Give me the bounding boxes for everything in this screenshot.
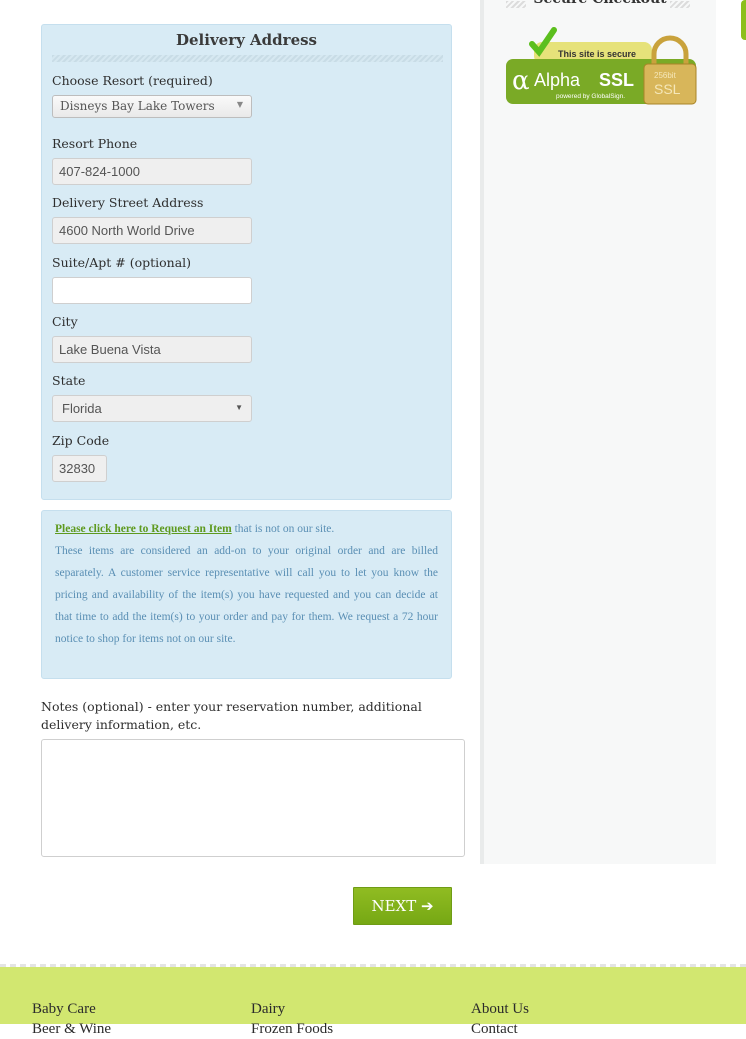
badge-alpha: α [512, 66, 530, 96]
next-button[interactable]: NEXT ➔ [353, 887, 452, 925]
phone-field[interactable]: 407-824-1000 [52, 158, 252, 185]
secure-checkout-title: Secure Checkout [484, 0, 716, 7]
footer-link[interactable]: About Us [471, 999, 529, 1019]
footer-link[interactable]: Beer & Wine [32, 1019, 111, 1039]
footer: Baby Care Beer & Wine Dairy Frozen Foods… [0, 967, 746, 1037]
badge-top-text: This site is secure [558, 49, 636, 59]
notes-textarea[interactable] [41, 739, 465, 857]
state-select-value: Florida [62, 401, 102, 416]
city-field[interactable]: Lake Buena Vista [52, 336, 252, 363]
delivery-address-panel: Delivery Address Choose Resort (required… [41, 24, 452, 500]
badge-brand-light: Alpha [534, 70, 581, 90]
request-item-info: Please click here to Request an Item tha… [41, 510, 452, 679]
city-label: City [52, 314, 78, 329]
lock-top-text: 256bit [654, 71, 677, 80]
state-label: State [52, 373, 86, 388]
footer-column: Baby Care Beer & Wine [32, 999, 111, 1039]
phone-label: Resort Phone [52, 136, 138, 151]
alphassl-badge[interactable]: This site is secure α Alpha SSL powered … [506, 26, 701, 108]
arrow-right-icon: ➔ [420, 897, 434, 915]
request-item-link[interactable]: Please click here to Request an Item [55, 523, 232, 535]
zip-label: Zip Code [52, 433, 110, 448]
zip-field[interactable]: 32830 [52, 455, 107, 482]
resort-select[interactable]: Disneys Bay Lake Towers ▼ [52, 95, 252, 118]
resort-select-value: Disneys Bay Lake Towers [60, 99, 215, 113]
request-item-body: These items are considered an add-on to … [55, 545, 438, 645]
footer-link[interactable]: Baby Care [32, 999, 111, 1019]
chevron-down-icon: ▼ [236, 100, 243, 109]
panel-title: Delivery Address [176, 31, 317, 49]
state-select[interactable]: Florida ▼ [52, 395, 252, 422]
edge-tab[interactable] [741, 0, 746, 40]
badge-sub: powered by GlobalSign. [556, 93, 625, 100]
footer-link[interactable]: Contact [471, 1019, 529, 1039]
footer-column: Dairy Frozen Foods [251, 999, 333, 1039]
street-label: Delivery Street Address [52, 195, 204, 210]
chevron-down-icon: ▼ [235, 403, 243, 412]
suite-label: Suite/Apt # (optional) [52, 255, 192, 270]
footer-link[interactable]: Frozen Foods [251, 1019, 333, 1039]
street-field[interactable]: 4600 North World Drive [52, 217, 252, 244]
next-button-label: NEXT [371, 897, 417, 915]
title-divider [52, 55, 443, 62]
request-item-suffix: that is not on our site. [231, 523, 335, 535]
badge-brand-bold: SSL [599, 70, 634, 90]
sidebar: Secure Checkout This site is secure α Al… [480, 0, 716, 864]
resort-label: Choose Resort (required) [52, 73, 213, 88]
footer-link[interactable]: Dairy [251, 999, 333, 1019]
suite-field[interactable] [52, 277, 252, 304]
lock-bottom-text: SSL [654, 81, 681, 97]
notes-label: Notes (optional) - enter your reservatio… [41, 699, 422, 732]
footer-column: About Us Contact [471, 999, 529, 1039]
